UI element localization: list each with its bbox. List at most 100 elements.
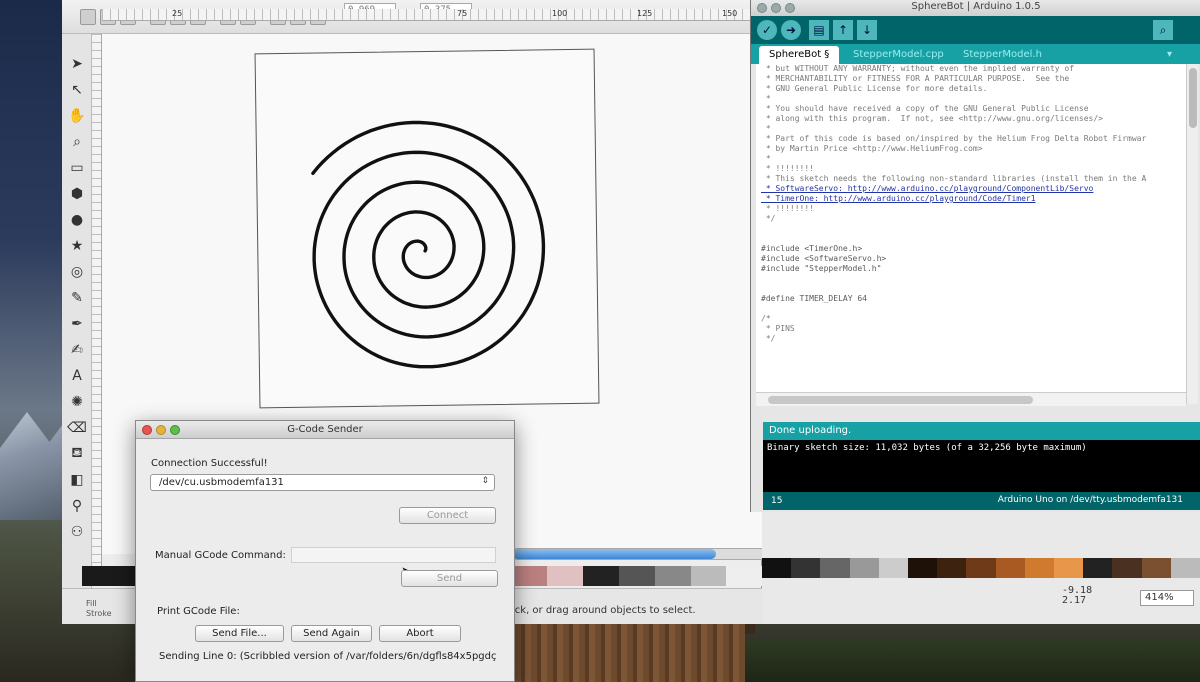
abort-button[interactable]: Abort: [379, 625, 461, 642]
code-editor[interactable]: * but WITHOUT ANY WARRANTY; without even…: [756, 64, 1186, 404]
ellipse-tool-icon[interactable]: ●: [67, 210, 87, 230]
tweak-tool-icon[interactable]: ✋: [67, 106, 87, 126]
arduino-footer: 15 Arduino Uno on /dev/tty.usbmodemfa131: [763, 492, 1200, 510]
pen-tool-icon[interactable]: ✒: [67, 314, 87, 334]
code-line: #include "StepperModel.h": [761, 264, 882, 273]
star-tool-icon[interactable]: ★: [67, 236, 87, 256]
fill-label: Fill: [86, 599, 97, 608]
toolbox: ➤ ↖ ✋ ⌕ ▭ ⬢ ● ★ ◎ ✎ ✒ ✍ A ✺ ⌫ ⛾ ◧ ⚲ ⚇: [62, 34, 92, 594]
tab-steppermodel-h[interactable]: StepperModel.h: [953, 46, 1052, 64]
eraser-tool-icon[interactable]: ⌫: [67, 418, 87, 438]
cursor-y-value: 2.17: [1062, 595, 1087, 606]
arduino-toolbar: ✓ ➜ ▤ ↑ ↓ ⌕: [751, 16, 1200, 44]
pencil-tool-icon[interactable]: ✎: [67, 288, 87, 308]
tab-steppermodel-cpp[interactable]: StepperModel.cpp: [843, 46, 954, 64]
arduino-tabs: SphereBot § StepperModel.cpp StepperMode…: [751, 44, 1200, 64]
inkscape-status-right: -9.18 2.17 414%: [762, 512, 1200, 624]
code-line: *: [761, 154, 771, 163]
spiral-tool-icon[interactable]: ◎: [67, 262, 87, 282]
rectangle-tool-icon[interactable]: ▭: [67, 158, 87, 178]
node-tool-icon[interactable]: ↖: [67, 80, 87, 100]
select-arrows-icon: ⇕: [481, 476, 489, 486]
stroke-label: Stroke: [86, 609, 112, 618]
status-message: ick, or drag around objects to select.: [512, 605, 696, 616]
send-button[interactable]: Send: [401, 570, 498, 587]
zoom-window-icon[interactable]: [785, 3, 795, 13]
gcode-sender-window: G-Code Sender Connection Successful! /de…: [135, 420, 515, 682]
close-window-icon[interactable]: [757, 3, 767, 13]
connect-button[interactable]: Connect: [399, 507, 496, 524]
code-line: * Part of this code is based on/inspired…: [761, 134, 1147, 143]
bucket-tool-icon[interactable]: ⛾: [67, 444, 87, 464]
code-line: */: [761, 334, 776, 343]
print-file-label: Print GCode File:: [157, 606, 240, 617]
ruler-mark: 125: [637, 9, 653, 18]
dropper-tool-icon[interactable]: ⚲: [67, 496, 87, 516]
code-vertical-scrollbar[interactable]: [1186, 64, 1198, 404]
text-tool-icon[interactable]: A: [67, 366, 87, 386]
close-window-icon[interactable]: [142, 425, 152, 435]
manual-command-input[interactable]: [291, 547, 496, 563]
zoom-field[interactable]: 414%: [1140, 590, 1194, 606]
vertical-ruler: [92, 34, 102, 574]
code-line: * by Martin Price <http://www.HeliumFrog…: [761, 144, 983, 153]
drawing-page: [254, 48, 601, 410]
code-line: * SoftwareServo: http://www.arduino.cc/p…: [761, 184, 1094, 193]
ruler-mark: 150: [722, 9, 738, 18]
code-line: * You should have received a copy of the…: [761, 104, 1089, 113]
serial-monitor-icon[interactable]: ⌕: [1153, 20, 1173, 40]
ruler-mark: 100: [552, 9, 568, 18]
window-controls: [142, 425, 180, 435]
gcode-title-bar: G-Code Sender: [136, 421, 514, 439]
minimize-window-icon[interactable]: [156, 425, 166, 435]
arduino-window-title: SphereBot | Arduino 1.0.5: [911, 1, 1041, 12]
upload-button-icon[interactable]: ➜: [781, 20, 801, 40]
open-sketch-icon[interactable]: ↑: [833, 20, 853, 40]
gcode-window-title: G-Code Sender: [287, 424, 363, 435]
code-line: * TimerOne: http://www.arduino.cc/playgr…: [761, 194, 1036, 203]
open-icon[interactable]: [80, 9, 96, 25]
selector-tool-icon[interactable]: ➤: [67, 54, 87, 74]
code-line: *: [761, 124, 771, 133]
code-line: * GNU General Public License for more de…: [761, 84, 988, 93]
fill-stroke-indicator: Fill Stroke: [86, 599, 112, 619]
code-line: * This sketch needs the following non-st…: [761, 174, 1147, 183]
box-3d-tool-icon[interactable]: ⬢: [67, 184, 87, 204]
code-line: #include <SoftwareServo.h>: [761, 254, 887, 263]
sending-status: Sending Line 0: (Scribbled version of /v…: [159, 651, 497, 662]
new-sketch-icon[interactable]: ▤: [809, 20, 829, 40]
minimize-window-icon[interactable]: [771, 3, 781, 13]
connector-tool-icon[interactable]: ⚇: [67, 522, 87, 542]
window-controls: [757, 3, 795, 13]
color-palette-extended[interactable]: [762, 558, 1200, 578]
calligraphy-tool-icon[interactable]: ✍: [67, 340, 87, 360]
send-file-button[interactable]: Send File...: [195, 625, 284, 642]
ruler-mark: 25: [172, 9, 183, 18]
board-port-label: Arduino Uno on /dev/tty.usbmodemfa131: [997, 495, 1183, 505]
zoom-window-icon[interactable]: [170, 425, 180, 435]
gradient-tool-icon[interactable]: ◧: [67, 470, 87, 490]
code-line: #define TIMER_DELAY 64: [761, 294, 867, 303]
horizontal-ruler: 25 75 100 125 150: [102, 9, 762, 21]
spray-tool-icon[interactable]: ✺: [67, 392, 87, 412]
barn-image: [515, 620, 745, 682]
tab-spherebot[interactable]: SphereBot §: [759, 46, 840, 64]
cursor-coordinates: -9.18 2.17: [1062, 586, 1092, 606]
code-horizontal-scrollbar[interactable]: [756, 392, 1186, 406]
spiral-drawing[interactable]: [256, 50, 601, 410]
save-sketch-icon[interactable]: ↓: [857, 20, 877, 40]
tab-menu-icon[interactable]: ▾: [1163, 46, 1176, 64]
serial-port-select[interactable]: /dev/cu.usbmodemfa131 ⇕: [150, 474, 495, 491]
send-again-button[interactable]: Send Again: [291, 625, 372, 642]
verify-button-icon[interactable]: ✓: [757, 20, 777, 40]
code-line: * along with this program. If not, see <…: [761, 114, 1103, 123]
code-line: * !!!!!!!!: [761, 164, 814, 173]
zoom-tool-icon[interactable]: ⌕: [67, 132, 87, 152]
code-line: * MERCHANTABILITY or FITNESS FOR A PARTI…: [761, 74, 1070, 83]
connection-status: Connection Successful!: [151, 458, 268, 469]
upload-message-bar: Done uploading.: [763, 422, 1200, 440]
